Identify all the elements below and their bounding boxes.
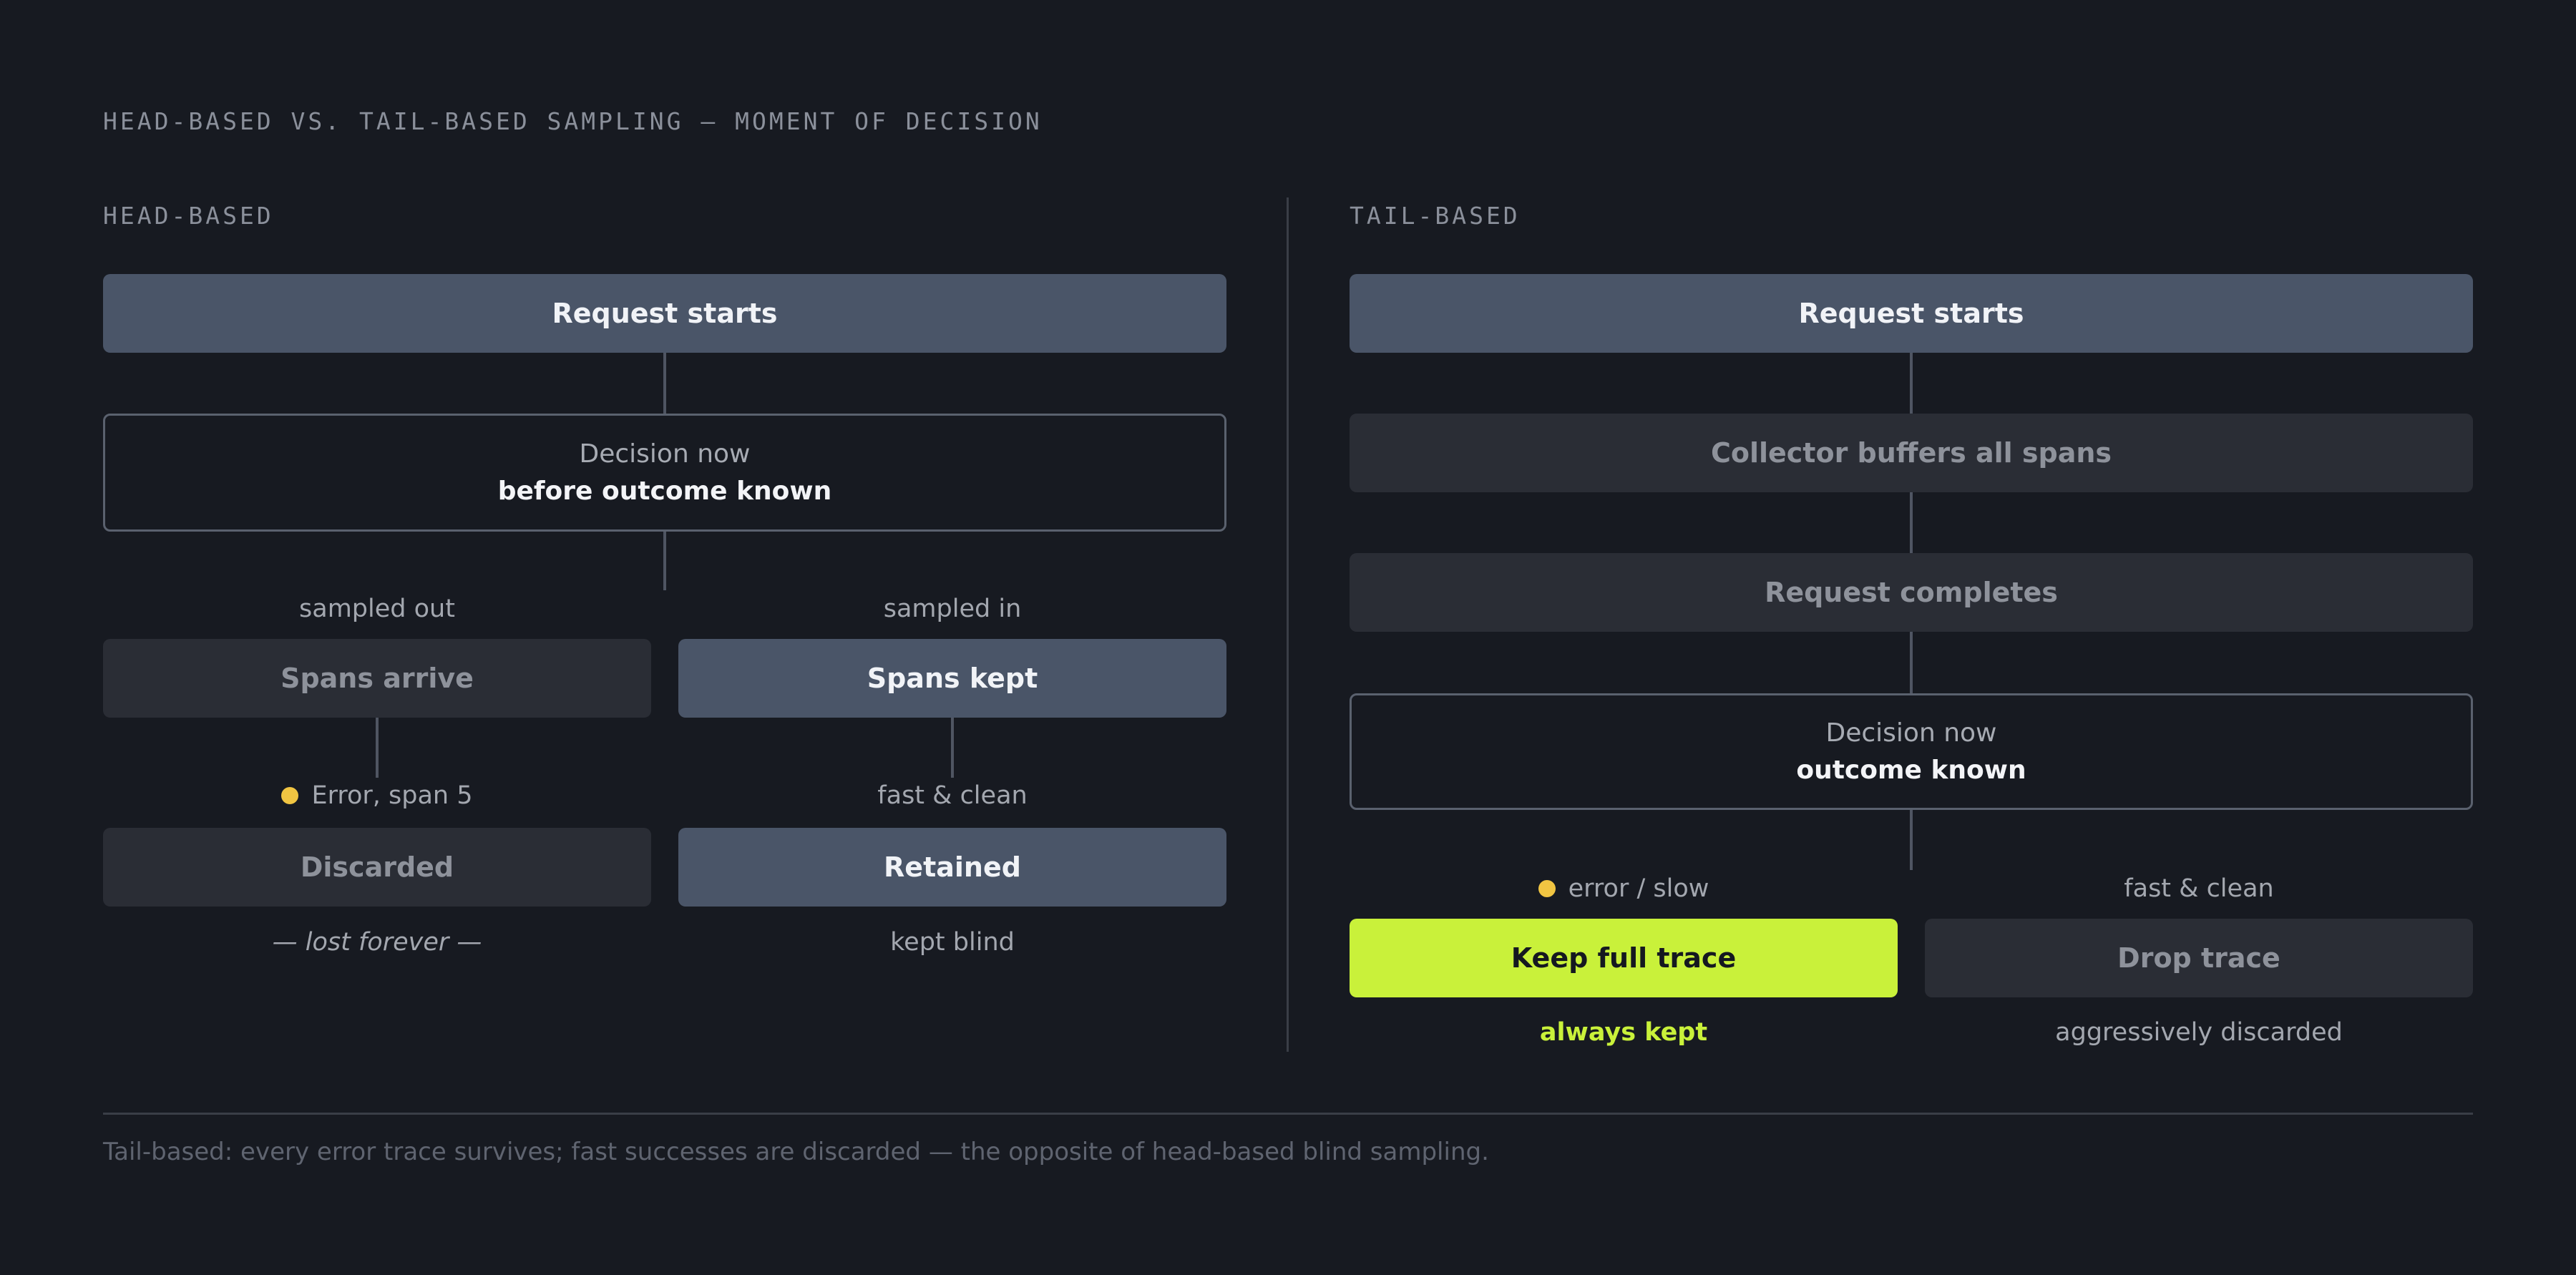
tail-based-heading: TAIL-BASED <box>1350 202 1521 230</box>
head-decision-line1: Decision now <box>579 439 751 469</box>
head-decision-box: Decision now before outcome known <box>103 414 1226 532</box>
head-error-text: Error, span 5 <box>311 781 473 810</box>
head-request-starts-box: Request starts <box>103 274 1226 353</box>
head-based-heading: HEAD-BASED <box>103 202 274 230</box>
tail-request-completes-box: Request completes <box>1350 553 2473 632</box>
tail-connector-2 <box>1910 492 1913 553</box>
head-decision-line2: before outcome known <box>497 476 832 506</box>
diagram-title: HEAD-BASED VS. TAIL-BASED SAMPLING — MOM… <box>103 107 1043 135</box>
head-kept-blind-label: kept blind <box>890 928 1015 957</box>
head-sampled-out-label: sampled out <box>299 595 455 623</box>
tail-decision-line2: outcome known <box>1796 755 2026 785</box>
tail-decision-box: Decision now outcome known <box>1350 693 2473 810</box>
tail-aggressively-discarded-label: aggressively discarded <box>2055 1018 2343 1047</box>
head-connector-4 <box>951 718 954 778</box>
tail-drop-trace-box: Drop trace <box>1925 919 2473 997</box>
head-fast-clean-label: fast & clean <box>877 781 1028 810</box>
head-connector-2 <box>663 532 666 590</box>
tail-request-starts-box: Request starts <box>1350 274 2473 353</box>
error-dot-icon <box>1538 880 1556 897</box>
tail-fast-clean-label: fast & clean <box>2124 874 2274 903</box>
tail-error-slow-text: error / slow <box>1568 874 1709 903</box>
column-divider <box>1287 197 1289 1052</box>
head-connector-3 <box>376 718 379 778</box>
head-sampled-in-label: sampled in <box>883 595 1022 623</box>
head-retained-box: Retained <box>678 828 1226 907</box>
tail-always-kept-label: always kept <box>1539 1018 1708 1047</box>
error-dot-icon <box>281 787 299 804</box>
head-connector-1 <box>663 353 666 414</box>
tail-connector-3 <box>1910 632 1913 693</box>
head-spans-arrive-box: Spans arrive <box>103 639 651 718</box>
footer-divider <box>103 1113 2473 1115</box>
head-lost-forever-label: — lost forever — <box>272 928 482 957</box>
tail-decision-line1: Decision now <box>1825 718 1997 748</box>
tail-error-slow-label: error / slow <box>1350 871 1898 907</box>
tail-collector-box: Collector buffers all spans <box>1350 414 2473 492</box>
tail-connector-4 <box>1910 810 1913 870</box>
tail-connector-1 <box>1910 353 1913 414</box>
tail-keep-full-trace-box: Keep full trace <box>1350 919 1898 997</box>
head-spans-kept-box: Spans kept <box>678 639 1226 718</box>
head-discarded-box: Discarded <box>103 828 651 907</box>
footer-note: Tail-based: every error trace survives; … <box>103 1138 1489 1166</box>
head-error-label: Error, span 5 <box>103 778 651 814</box>
